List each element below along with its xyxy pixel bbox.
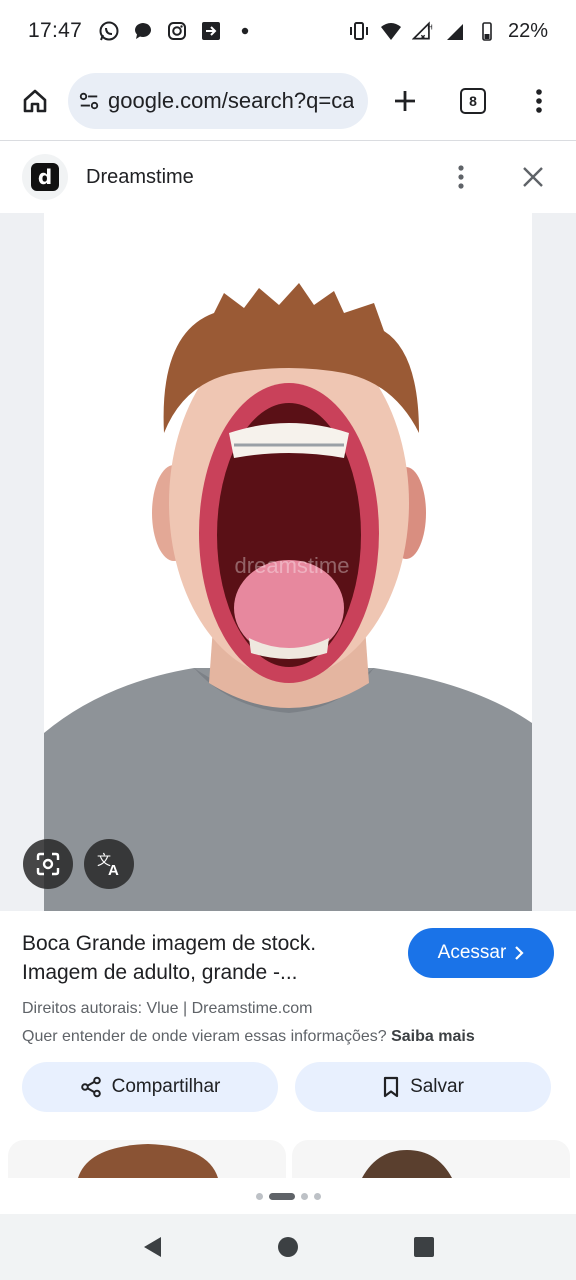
pager-dot[interactable]: [255, 1192, 263, 1200]
dreamstime-logo-icon: d: [31, 163, 59, 191]
whatsapp-icon: [98, 20, 120, 42]
result-title-line2: Imagem de adulto, grande -...: [22, 961, 298, 984]
related-image-thumbnail: [362, 1150, 452, 1178]
share-label: Compartilhar: [111, 1076, 221, 1097]
chat-bubble-icon: [132, 20, 154, 42]
source-logo[interactable]: d: [22, 154, 68, 200]
svg-text:H: H: [427, 22, 433, 31]
translate-icon: 文A: [97, 853, 119, 877]
tab-count: 8: [460, 88, 486, 114]
notification-icons: [98, 20, 256, 42]
svg-text:A: A: [108, 862, 119, 877]
image-preview-area: dreamstime 文A: [0, 213, 576, 911]
visit-label: Acessar: [437, 942, 507, 963]
wifi-icon: [380, 20, 402, 42]
vibrate-icon: [348, 20, 370, 42]
lens-search-button[interactable]: [23, 839, 73, 889]
home-button[interactable]: [14, 80, 56, 122]
dot-icon: [234, 20, 256, 42]
plus-icon: [395, 91, 415, 111]
info-question: Quer entender de onde vieram essas infor…: [22, 1028, 387, 1045]
share-icon: [80, 1076, 101, 1098]
save-label: Salvar: [410, 1076, 464, 1097]
more-vert-icon: [458, 165, 464, 189]
source-more-button[interactable]: [440, 156, 482, 198]
carousel-pager: [0, 1178, 576, 1214]
preview-image[interactable]: dreamstime: [44, 213, 532, 911]
recents-square-icon: [414, 1237, 434, 1257]
share-button[interactable]: Compartilhar: [22, 1062, 278, 1112]
save-button[interactable]: Salvar: [295, 1062, 551, 1112]
more-vert-icon: [536, 89, 542, 113]
man-open-mouth-image: dreamstime: [44, 283, 532, 911]
close-icon: [523, 167, 543, 187]
signal-strength-icon: [444, 20, 466, 42]
lens-icon: [36, 852, 60, 876]
home-circle-icon: [278, 1237, 298, 1257]
url-text[interactable]: google.com/search?q=ca: [108, 88, 354, 114]
browser-toolbar: google.com/search?q=ca 8: [0, 62, 576, 140]
related-image-card[interactable]: [292, 1140, 570, 1178]
status-time: 17:47: [28, 19, 83, 42]
source-header: d Dreamstime: [0, 141, 576, 213]
browser-menu-button[interactable]: [518, 80, 560, 122]
site-settings-icon[interactable]: [78, 90, 100, 112]
signal-icon: H: [411, 20, 434, 42]
status-bar: 17:47 H 22%: [0, 0, 576, 62]
source-actions: [440, 156, 554, 198]
pager-dot-active[interactable]: [268, 1192, 295, 1200]
translate-button[interactable]: 文A: [84, 839, 134, 889]
address-bar[interactable]: google.com/search?q=ca: [68, 73, 368, 129]
chevron-right-icon: [515, 946, 524, 960]
back-button[interactable]: [137, 1232, 167, 1262]
system-status: H 22%: [348, 20, 548, 43]
recents-button[interactable]: [409, 1232, 439, 1262]
tab-switcher-button[interactable]: 8: [452, 80, 494, 122]
related-image-card[interactable]: [8, 1140, 286, 1178]
arrow-box-icon: [200, 20, 222, 42]
related-images-row: [0, 1140, 576, 1178]
copyright-text: Direitos autorais: Vlue | Dreamstime.com: [22, 1000, 313, 1017]
back-triangle-icon: [144, 1237, 161, 1257]
battery-percent: 22%: [507, 19, 548, 42]
action-row: Compartilhar Salvar: [22, 1062, 551, 1112]
learn-more-link[interactable]: Saiba mais: [391, 1028, 475, 1045]
visit-button[interactable]: Acessar: [408, 928, 554, 978]
result-title[interactable]: Boca Grande imagem de stock. Imagem de a…: [22, 929, 382, 987]
home-icon: [23, 89, 47, 113]
system-nav-bar: [0, 1214, 576, 1280]
watermark-text: dreamstime: [235, 553, 350, 578]
pager-dot[interactable]: [313, 1192, 321, 1200]
related-image-thumbnail: [78, 1144, 218, 1178]
close-button[interactable]: [512, 156, 554, 198]
bookmark-icon: [383, 1076, 399, 1098]
instagram-icon: [166, 20, 188, 42]
source-name[interactable]: Dreamstime: [86, 166, 194, 189]
battery-icon: [476, 20, 498, 42]
home-nav-button[interactable]: [273, 1232, 303, 1262]
pager-dot[interactable]: [300, 1192, 308, 1200]
new-tab-button[interactable]: [384, 80, 426, 122]
info-source-row: Quer entender de onde vieram essas infor…: [22, 1028, 554, 1046]
result-info-panel: Boca Grande imagem de stock. Imagem de a…: [0, 911, 576, 1139]
result-title-line1: Boca Grande imagem de stock.: [22, 932, 317, 955]
